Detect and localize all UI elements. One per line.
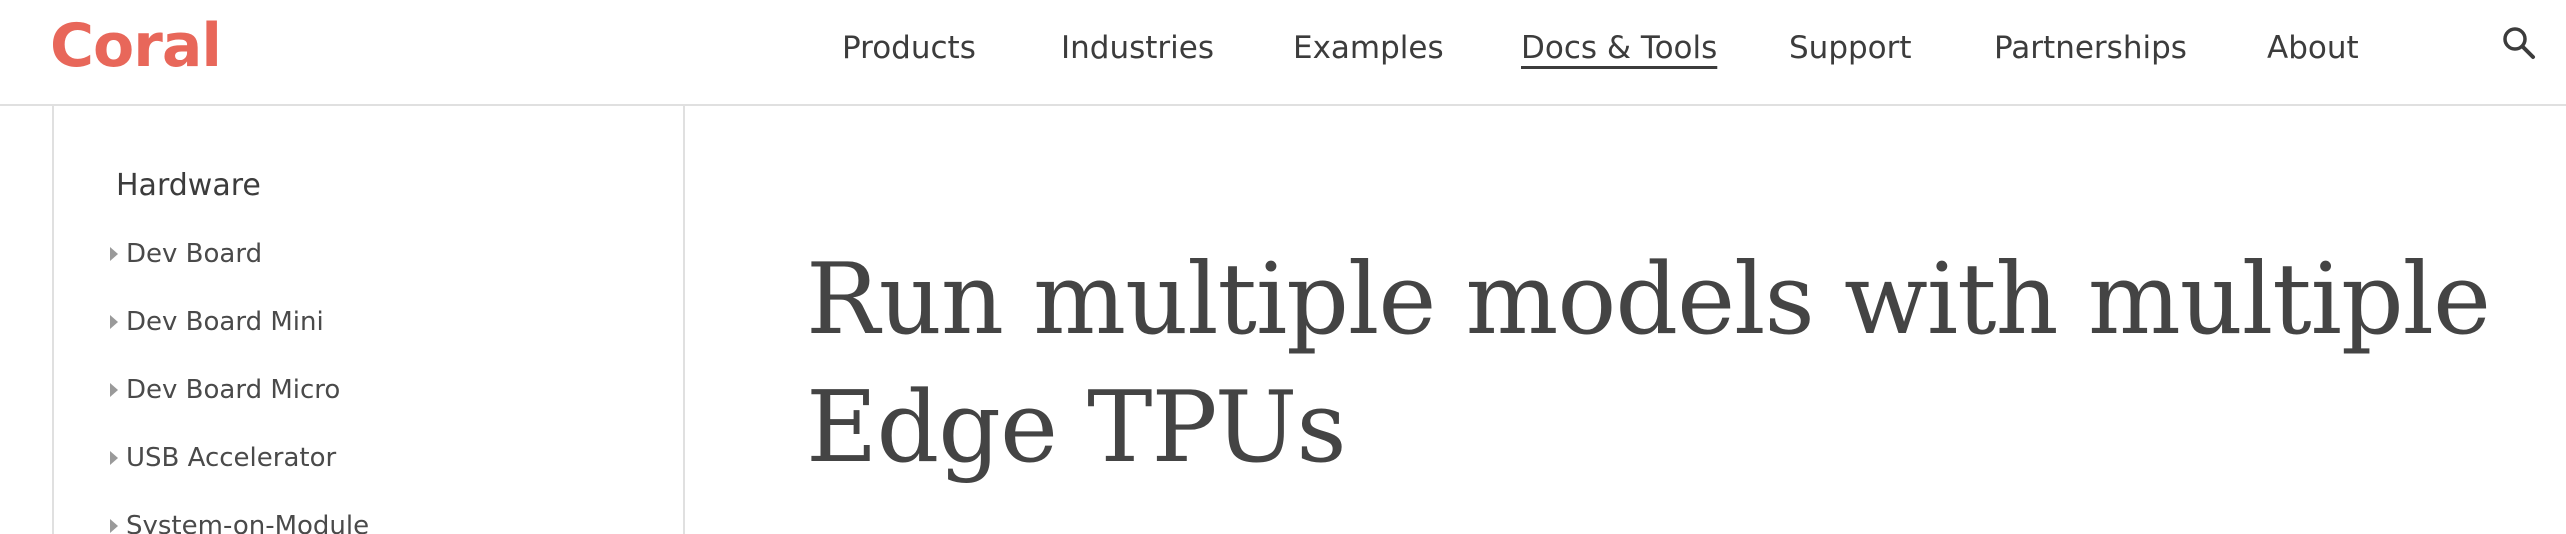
sidebar-item-dev-board-mini[interactable]: Dev Board Mini	[54, 302, 324, 342]
sidebar-item-label: Dev Board Micro	[126, 375, 341, 405]
sidebar: Hardware Dev Board Dev Board Mini Dev Bo…	[52, 106, 685, 534]
nav-item-docs-tools[interactable]: Docs & Tools	[1521, 28, 1717, 68]
page: Coral Products Industries Examples Docs …	[0, 0, 2566, 534]
caret-right-icon	[110, 315, 118, 329]
nav-item-examples[interactable]: Examples	[1293, 28, 1444, 68]
sidebar-item-usb-accelerator[interactable]: USB Accelerator	[54, 438, 336, 478]
sidebar-heading-hardware: Hardware	[116, 168, 261, 203]
top-navigation-bar: Coral Products Industries Examples Docs …	[0, 0, 2566, 106]
caret-right-icon	[110, 519, 118, 533]
page-title: Run multiple models with multiple Edge T…	[806, 243, 2491, 485]
sidebar-item-dev-board-micro[interactable]: Dev Board Micro	[54, 370, 340, 410]
nav-item-about[interactable]: About	[2267, 28, 2359, 68]
sidebar-item-system-on-module[interactable]: System-on-Module	[54, 506, 369, 534]
caret-right-icon	[110, 247, 118, 261]
search-icon	[2503, 27, 2535, 59]
sidebar-item-dev-board[interactable]: Dev Board	[54, 234, 262, 274]
caret-right-icon	[110, 451, 118, 465]
nav-item-support[interactable]: Support	[1789, 28, 1912, 68]
sidebar-item-label: Dev Board Mini	[126, 307, 324, 337]
main-nav: Products Industries Examples Docs & Tool…	[0, 0, 2566, 100]
search-button[interactable]	[2500, 24, 2540, 64]
sidebar-item-label: System-on-Module	[126, 511, 370, 534]
nav-item-products[interactable]: Products	[842, 28, 976, 68]
caret-right-icon	[110, 383, 118, 397]
nav-item-partnerships[interactable]: Partnerships	[1994, 28, 2187, 68]
sidebar-item-label: Dev Board	[126, 239, 263, 269]
nav-item-industries[interactable]: Industries	[1061, 28, 1214, 68]
sidebar-item-label: USB Accelerator	[126, 443, 337, 473]
